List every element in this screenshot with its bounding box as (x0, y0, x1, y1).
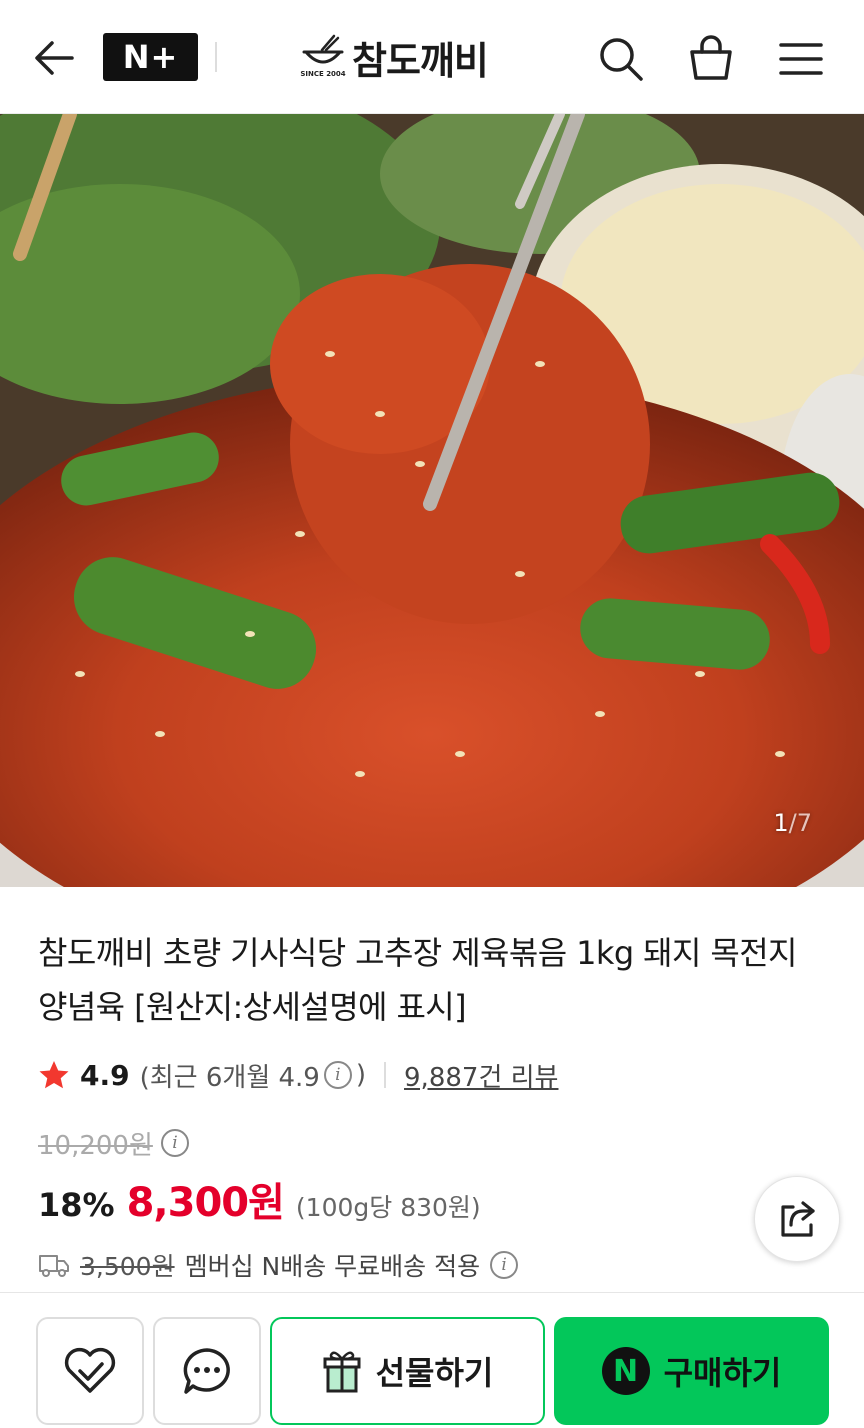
truck-icon (39, 1255, 69, 1277)
shipping-fee: 3,500원 (80, 1252, 175, 1281)
like-button[interactable] (36, 1317, 144, 1425)
buy-label: 구매하기 (663, 1354, 782, 1392)
back-button[interactable] (26, 30, 82, 86)
back-arrow-icon (35, 41, 74, 75)
gift-icon (323, 1351, 361, 1393)
unit-price: (100g당 830원) (295, 1193, 481, 1222)
discount-rate: 18% (38, 1186, 115, 1224)
rating-row: 4.9 (최근 6개월 4.9 i ) 9,887건 리뷰 (38, 1055, 558, 1095)
search-icon (600, 38, 643, 81)
original-price: 10,200원 (38, 1130, 153, 1161)
talktalk-button[interactable] (153, 1317, 261, 1425)
rating-score: 4.9 (80, 1058, 130, 1092)
gift-label: 선물하기 (375, 1354, 494, 1392)
shipping-row: 3,500원 멤버십 N배송 무료배송 적용 i (38, 1245, 519, 1285)
header-divider (215, 42, 217, 72)
search-button[interactable] (592, 30, 650, 88)
sale-price-row: 18% 8,300원 (100g당 830원) (38, 1170, 481, 1226)
price-info-icon[interactable]: i (160, 1129, 189, 1157)
shipping-info-icon[interactable]: i (490, 1251, 519, 1279)
brand-since-text: SINCE 2004 (300, 70, 346, 78)
cart-button[interactable] (682, 30, 740, 88)
brand-name: 참도깨비 (352, 38, 489, 83)
gift-button[interactable]: 선물하기 (270, 1317, 545, 1425)
naver-pay-icon: N (601, 1347, 650, 1395)
gallery-current: 1 (773, 809, 789, 837)
share-icon (781, 1201, 815, 1237)
product-photo (0, 114, 864, 887)
gallery-counter: 1/7 (773, 809, 812, 837)
buy-button[interactable]: N 구매하기 (554, 1317, 829, 1425)
share-button[interactable] (754, 1176, 840, 1262)
top-header: N+ SINCE 2004 참도깨비 (0, 0, 864, 114)
chat-bubble-icon (183, 1348, 230, 1394)
recent-rating-text: (최근 6개월 4.9 (139, 1062, 320, 1093)
info-icon[interactable]: i (323, 1061, 352, 1089)
original-price-row: 10,200원 i (38, 1124, 189, 1162)
sale-price: 8,300원 (126, 1180, 285, 1226)
heart-check-icon (64, 1347, 116, 1393)
shopping-bag-icon (690, 35, 732, 80)
bowl-logo-icon: SINCE 2004 (300, 32, 346, 82)
product-image-gallery[interactable]: 1/7 (0, 114, 864, 887)
nplus-store-badge[interactable]: N+ (103, 33, 198, 81)
star-icon (39, 1061, 69, 1089)
bottom-action-bar: 선물하기 N 구매하기 (0, 1292, 864, 1428)
menu-button[interactable] (772, 30, 830, 88)
recent-rating-close: ) (355, 1060, 367, 1090)
shipping-note: 멤버십 N배송 무료배송 적용 (184, 1252, 481, 1281)
nplus-label: N+ (122, 38, 179, 76)
recent-rating: (최근 6개월 4.9 i ) (140, 1057, 366, 1094)
gallery-total: /7 (788, 809, 812, 837)
hamburger-menu-icon (779, 43, 823, 75)
brand-logo[interactable]: SINCE 2004 참도깨비 (300, 28, 489, 86)
rating-divider (384, 1062, 387, 1088)
product-title: 참도깨비 초량 기사식당 고추장 제육볶음 1kg 돼지 목전지 양념육 [원산… (38, 934, 797, 1026)
review-count-link[interactable]: 9,887건 리뷰 (404, 1057, 558, 1094)
